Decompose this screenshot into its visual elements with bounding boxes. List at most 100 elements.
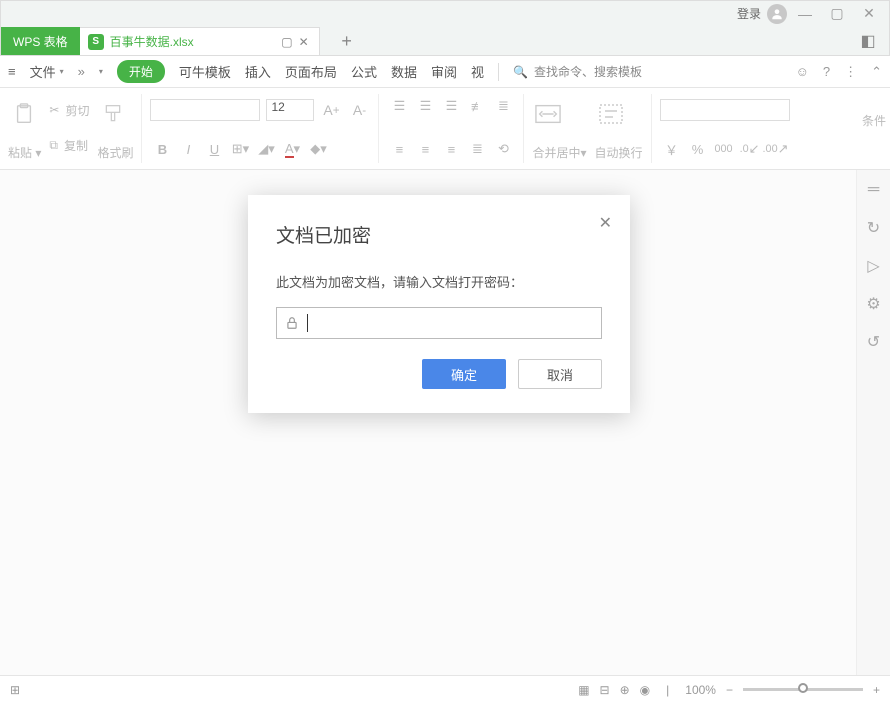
dialog-title: 文档已加密 <box>248 195 630 262</box>
paste-icon[interactable] <box>8 94 40 134</box>
tab-close-icon[interactable]: ✕ <box>299 35 309 49</box>
increase-decimal-button[interactable]: .0↙ <box>738 137 762 161</box>
select-icon[interactable]: ▷ <box>864 256 884 276</box>
format-painter-label[interactable]: 格式刷 <box>97 144 133 161</box>
copy-button[interactable]: ⧉ 复制 <box>49 129 89 161</box>
search-area[interactable]: 🔍 查找命令、搜索模板 <box>513 63 642 80</box>
tab-template[interactable]: 可牛模板 <box>179 62 231 81</box>
more-menu[interactable]: » <box>78 64 85 79</box>
ok-button[interactable]: 确定 <box>422 359 506 389</box>
vertical-dots-icon[interactable]: ⋮ <box>844 64 857 80</box>
merge-cells-icon[interactable] <box>532 94 564 134</box>
zoom-in-button[interactable]: + <box>873 683 880 697</box>
currency-button[interactable]: ￥ <box>660 137 684 161</box>
align-center-icon[interactable]: ≡ <box>413 137 437 161</box>
spreadsheet-icon: S <box>88 34 104 50</box>
login-link[interactable]: 登录 <box>737 5 761 22</box>
password-input-wrapper[interactable] <box>276 307 602 339</box>
ribbon-toolbar: 粘贴 ▾ ✂ 剪切 ⧉ 复制 格式刷 12 A+ A- B I U ⊞▾ ◢▾ … <box>0 88 890 170</box>
font-color-button[interactable]: A▾ <box>280 137 304 161</box>
zoom-slider[interactable] <box>743 688 863 691</box>
decrease-font-icon[interactable]: A- <box>348 99 370 121</box>
add-tab-button[interactable]: + <box>332 27 362 55</box>
thousands-button[interactable]: 000 <box>712 137 736 161</box>
highlight-button[interactable]: ◆▾ <box>306 137 330 161</box>
close-button[interactable]: ✕ <box>855 5 883 23</box>
align-middle-icon[interactable]: ☰ <box>413 94 437 118</box>
tab-layout[interactable]: 页面布局 <box>285 62 337 81</box>
italic-button[interactable]: I <box>176 137 200 161</box>
zoom-handle[interactable] <box>798 683 808 693</box>
paste-label[interactable]: 粘贴 ▾ <box>8 144 41 161</box>
panel-toggle-icon[interactable]: ◧ <box>853 27 883 55</box>
percent-button[interactable]: % <box>686 137 710 161</box>
underline-button[interactable]: U <box>202 137 226 161</box>
hamburger-icon[interactable]: ≡ <box>8 64 16 79</box>
zoom-out-button[interactable]: − <box>726 683 733 697</box>
font-name-select[interactable] <box>150 99 260 121</box>
cancel-button[interactable]: 取消 <box>518 359 602 389</box>
search-icon: 🔍 <box>513 65 528 79</box>
indent-increase-icon[interactable]: ≣ <box>491 94 515 118</box>
bold-button[interactable]: B <box>150 137 174 161</box>
panel-handle-icon[interactable]: ═ <box>864 180 884 200</box>
decrease-decimal-button[interactable]: .00↗ <box>764 137 788 161</box>
settings-icon[interactable]: ⚙ <box>864 294 884 314</box>
merge-label[interactable]: 合并居中▾ <box>532 144 586 161</box>
orientation-icon[interactable]: ⟲ <box>491 137 515 161</box>
help-icon[interactable]: ? <box>823 64 830 79</box>
password-input[interactable] <box>316 316 593 331</box>
file-menu[interactable]: 文件 ▾ <box>30 62 64 81</box>
password-dialog: ✕ 文档已加密 此文档为加密文档，请输入文档打开密码： 确定 取消 <box>248 195 630 413</box>
minimize-button[interactable]: — <box>791 5 819 23</box>
tab-formula[interactable]: 公式 <box>351 62 377 81</box>
border-button[interactable]: ⊞▾ <box>228 137 252 161</box>
menubar: ≡ 文件 ▾ » ▾ 开始 可牛模板 插入 页面布局 公式 数据 审阅 视 🔍 … <box>0 56 890 88</box>
chevron-down-icon[interactable]: ▾ <box>99 67 103 76</box>
align-bottom-icon[interactable]: ☰ <box>439 94 463 118</box>
document-tab[interactable]: S 百事牛数据.xlsx ▢ ✕ <box>80 27 320 55</box>
maximize-button[interactable]: ▢ <box>823 5 851 23</box>
tabbar: WPS 表格 S 百事牛数据.xlsx ▢ ✕ + ◧ <box>0 26 890 56</box>
lock-icon <box>285 316 299 330</box>
justify-icon[interactable]: ≣ <box>465 137 489 161</box>
smiley-icon[interactable]: ☺ <box>796 64 809 79</box>
status-icon[interactable]: ⊞ <box>10 683 20 697</box>
dialog-close-button[interactable]: ✕ <box>599 213 612 233</box>
right-sidebar: ═ ↻ ▷ ⚙ ↺ <box>856 170 890 675</box>
tab-data[interactable]: 数据 <box>391 62 417 81</box>
app-tab[interactable]: WPS 表格 <box>1 27 80 55</box>
avatar-icon[interactable] <box>767 4 787 24</box>
cut-button[interactable]: ✂ 剪切 <box>49 94 89 126</box>
format-painter-icon[interactable] <box>97 94 129 134</box>
history-icon[interactable]: ↺ <box>864 332 884 352</box>
fill-color-button[interactable]: ◢▾ <box>254 137 278 161</box>
view-page-icon[interactable]: ⊟ <box>600 683 610 697</box>
document-name: 百事牛数据.xlsx <box>110 33 194 50</box>
tab-start[interactable]: 开始 <box>117 60 165 83</box>
statusbar: ⊞ ▦ ⊟ ⊕ ◉ | 100% − + <box>0 675 890 703</box>
align-right-icon[interactable]: ≡ <box>439 137 463 161</box>
tab-view[interactable]: 视 <box>471 62 484 81</box>
wrap-text-icon[interactable] <box>595 94 627 134</box>
view-break-icon[interactable]: ⊕ <box>620 683 630 697</box>
wrap-label[interactable]: 自动换行 <box>595 144 643 161</box>
collapse-ribbon-icon[interactable]: ⌃ <box>871 64 882 80</box>
tab-insert[interactable]: 插入 <box>245 62 271 81</box>
increase-font-icon[interactable]: A+ <box>320 99 342 121</box>
align-top-icon[interactable]: ☰ <box>387 94 411 118</box>
indent-decrease-icon[interactable]: ≢ <box>465 94 489 118</box>
refresh-icon[interactable]: ↻ <box>864 218 884 238</box>
view-read-icon[interactable]: ◉ <box>640 683 650 697</box>
text-cursor <box>307 314 308 332</box>
number-format-select[interactable] <box>660 99 790 121</box>
align-left-icon[interactable]: ≡ <box>387 137 411 161</box>
view-normal-icon[interactable]: ▦ <box>578 683 589 697</box>
clipboard-group: 粘贴 ▾ <box>8 94 41 163</box>
tab-review[interactable]: 审阅 <box>431 62 457 81</box>
conditional-format-label[interactable]: 条件 <box>862 112 886 129</box>
font-size-select[interactable]: 12 <box>266 99 314 121</box>
search-placeholder: 查找命令、搜索模板 <box>534 63 642 80</box>
zoom-percent[interactable]: 100% <box>685 683 716 697</box>
tab-window-icon[interactable]: ▢ <box>281 35 292 49</box>
